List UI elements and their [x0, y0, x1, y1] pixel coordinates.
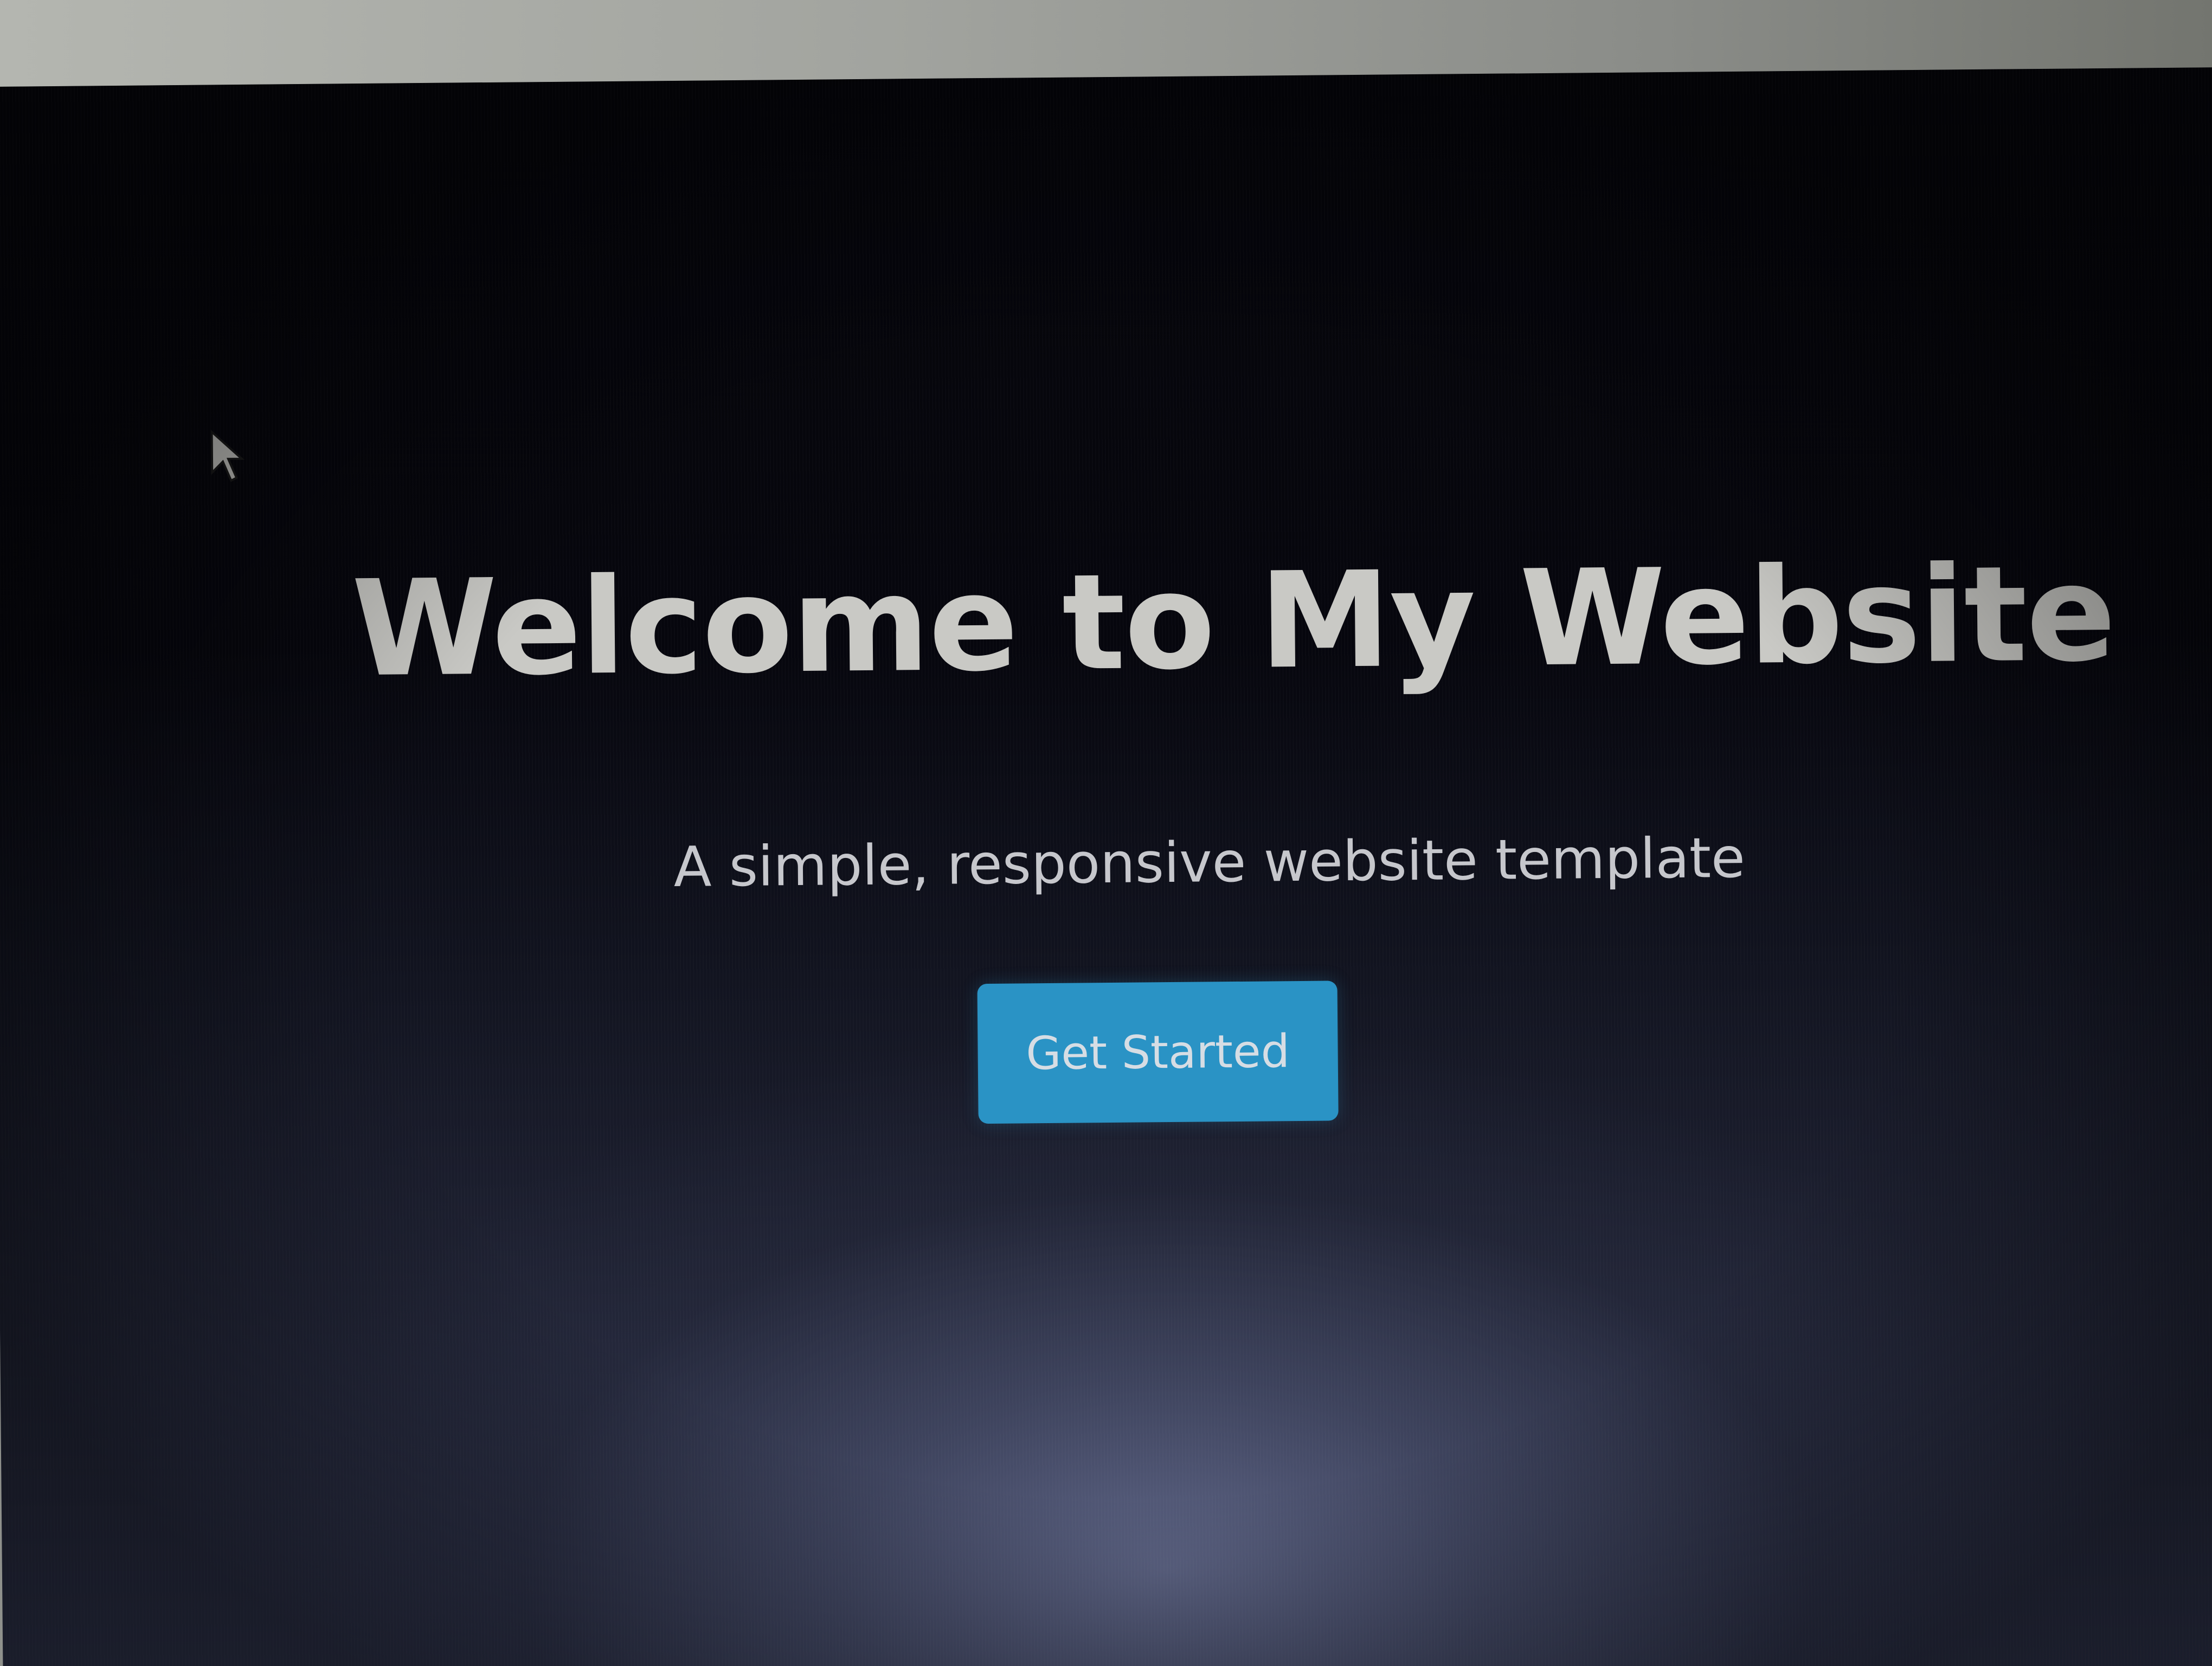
- hero-title: Welcome to My Website: [351, 536, 2115, 707]
- photo-frame: Welcome to My Website A simple, responsi…: [0, 0, 2212, 1666]
- hero-section: Welcome to My Website A simple, responsi…: [0, 67, 2212, 1666]
- hero-subtitle: A simple, responsive website template: [673, 825, 1746, 900]
- mouse-pointer-icon: [210, 429, 245, 482]
- get-started-button[interactable]: Get Started: [977, 981, 1339, 1124]
- monitor-screen: Welcome to My Website A simple, responsi…: [0, 67, 2212, 1666]
